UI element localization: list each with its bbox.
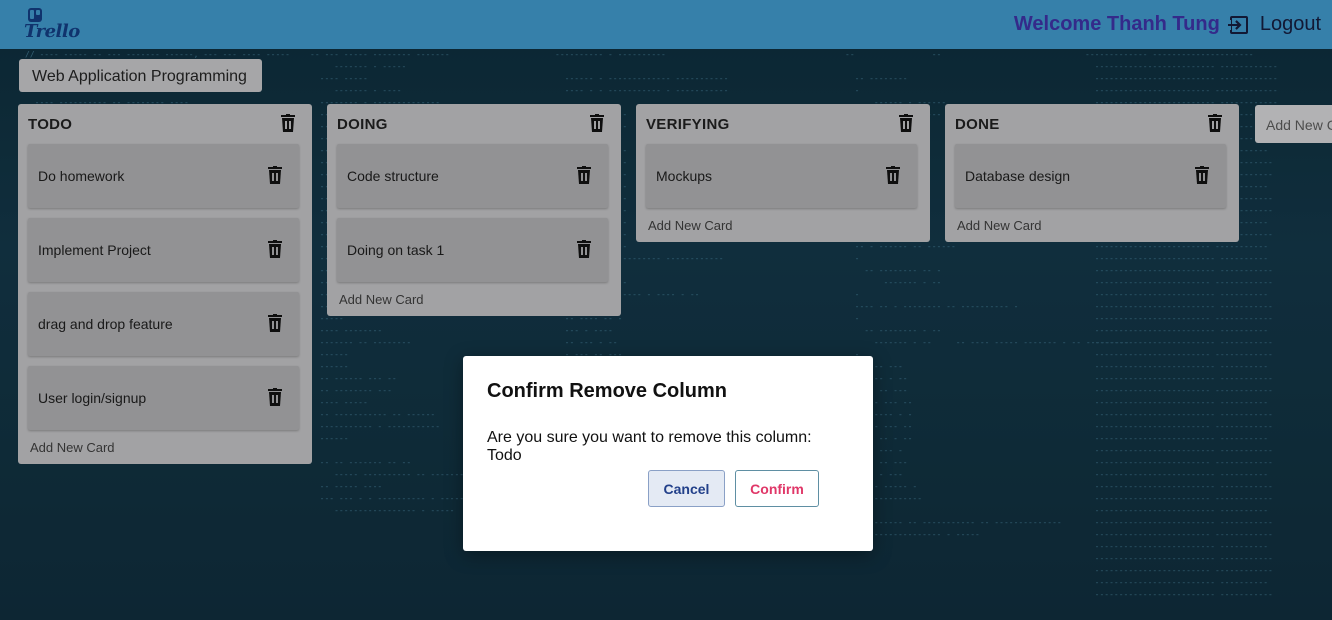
confirm-button[interactable]: Confirm xyxy=(735,470,819,507)
cancel-button[interactable]: Cancel xyxy=(648,470,725,507)
dialog-actions: Cancel Confirm xyxy=(648,470,819,507)
dialog-message: Are you sure you want to remove this col… xyxy=(487,429,812,464)
confirm-remove-column-dialog: Confirm Remove Column Are you sure you w… xyxy=(463,356,873,551)
dialog-title: Confirm Remove Column xyxy=(487,380,728,402)
